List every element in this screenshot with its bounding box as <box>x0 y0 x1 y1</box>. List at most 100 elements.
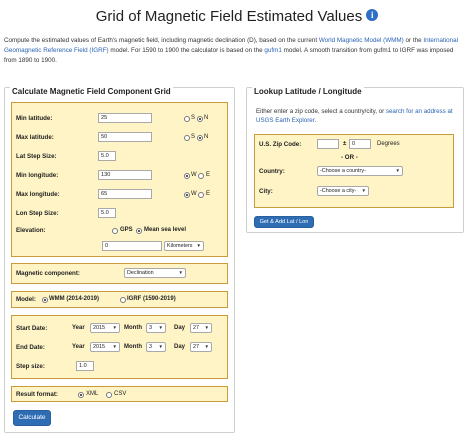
zip-input[interactable] <box>317 139 339 149</box>
max-latitude-label: Max latitude: <box>16 134 54 141</box>
min-longitude-e-label: E <box>206 172 211 178</box>
zip-row: U.S. Zip Code: ± 0 Degrees <box>255 139 453 150</box>
max-latitude-row: Max latitude: 50 S N <box>12 132 227 143</box>
city-row: City: -Choose a city- ▼ <box>255 186 453 197</box>
zip-plus-minus: ± <box>343 141 347 147</box>
min-longitude-label: Min longitude: <box>16 172 59 179</box>
format-csv-radio[interactable] <box>106 391 112 398</box>
zip-label: U.S. Zip Code: <box>259 141 302 148</box>
calculate-button[interactable]: Calculate <box>13 410 51 426</box>
max-longitude-e-radio[interactable] <box>198 191 204 198</box>
min-latitude-s-radio[interactable] <box>184 115 190 122</box>
max-longitude-e-label: E <box>206 191 211 197</box>
max-latitude-n-label: N <box>204 134 209 140</box>
end-date-row: End Date: Year 2015 ▼ Month 3 ▼ Day 27 ▼ <box>12 342 227 353</box>
max-longitude-row: Max longitude: 65 W E <box>12 189 227 200</box>
or-separator: - OR - <box>341 154 358 161</box>
lat-step-label: Lat Step Size: <box>16 153 57 160</box>
min-longitude-w-label: W <box>191 172 197 178</box>
min-longitude-e-radio[interactable] <box>198 172 204 179</box>
lon-step-label: Lon Step Size: <box>16 210 59 217</box>
lookup-panel: Lookup Latitude / Longitude Either enter… <box>246 87 464 233</box>
model-igrf-label: IGRF (1590-2019) <box>127 296 176 302</box>
coordinates-box: Min latitude: 25 S N Max latitude: 50 S … <box>11 102 228 257</box>
end-year-select[interactable]: 2015 ▼ <box>90 342 120 352</box>
end-month-select[interactable]: 3 ▼ <box>146 342 166 352</box>
model-row: Model: WMM (2014-2019) IGRF (1590-2019) <box>12 294 227 305</box>
zip-unit-label: Degrees <box>377 141 400 147</box>
format-box: Result format: XML CSV <box>11 386 228 402</box>
max-longitude-label: Max longitude: <box>16 191 60 198</box>
model-box: Model: WMM (2014-2019) IGRF (1590-2019) <box>11 291 228 308</box>
country-select[interactable]: -Choose a country- ▼ <box>317 166 403 176</box>
end-date-label: End Date: <box>16 344 45 351</box>
lon-step-input[interactable]: 5.0 <box>98 208 116 218</box>
get-add-lat-lon-button[interactable]: Get & Add Lat / Lon <box>254 216 314 228</box>
model-igrf-radio[interactable] <box>120 296 126 303</box>
elevation-gps-radio[interactable] <box>112 227 118 234</box>
page-title: Grid of Magnetic Field Estimated Values i <box>0 8 474 25</box>
format-xml-radio[interactable] <box>78 391 84 398</box>
chevron-down-icon: ▼ <box>204 344 209 349</box>
chevron-down-icon: ▼ <box>196 243 201 248</box>
model-label: Model: <box>16 296 36 303</box>
chevron-down-icon: ▼ <box>361 188 366 193</box>
component-select[interactable]: Declination ▼ <box>124 268 186 278</box>
end-year-label: Year <box>72 344 85 350</box>
start-day-label: Day <box>174 325 186 331</box>
elevation-unit-select[interactable]: Kilometers ▼ <box>164 241 204 251</box>
min-latitude-input[interactable]: 25 <box>98 113 152 123</box>
country-row: Country: -Choose a country- ▼ <box>255 166 453 177</box>
min-latitude-n-radio[interactable] <box>197 115 203 122</box>
elevation-value-row: 0 Kilometers ▼ <box>12 241 227 252</box>
grid-calculator-panel: Calculate Magnetic Field Component Grid … <box>4 87 235 433</box>
start-day-select[interactable]: 27 ▼ <box>190 323 212 333</box>
max-latitude-s-radio[interactable] <box>184 134 190 141</box>
dates-box: Start Date: Year 2015 ▼ Month 3 ▼ Day 27 ▼ … <box>11 315 228 379</box>
wmm-link[interactable]: World Magnetic Model (WMM) <box>319 37 404 44</box>
elevation-msl-radio[interactable] <box>136 227 142 234</box>
start-year-select[interactable]: 2015 ▼ <box>90 323 120 333</box>
elevation-label: Elevation: <box>16 227 46 234</box>
zip-radius-input[interactable]: 0 <box>349 139 371 149</box>
lon-step-row: Lon Step Size: 5.0 <box>12 208 227 219</box>
min-latitude-s-label: S <box>191 115 196 121</box>
start-year-label: Year <box>72 325 85 331</box>
gufm1-link[interactable]: gufm1 <box>264 47 282 54</box>
component-row: Magnetic component: Declination ▼ <box>12 268 227 279</box>
max-latitude-n-radio[interactable] <box>197 134 203 141</box>
elevation-input[interactable]: 0 <box>102 241 162 251</box>
chevron-down-icon: ▼ <box>112 325 117 330</box>
model-wmm-label: WMM (2014-2019) <box>49 296 100 302</box>
max-longitude-input[interactable]: 65 <box>98 189 152 199</box>
chevron-down-icon: ▼ <box>158 325 163 330</box>
component-label: Magnetic component: <box>16 270 80 277</box>
end-day-select[interactable]: 27 ▼ <box>190 342 212 352</box>
chevron-down-icon: ▼ <box>112 344 117 349</box>
end-day-label: Day <box>174 344 186 350</box>
format-label: Result format: <box>16 391 58 398</box>
step-size-input[interactable]: 1.0 <box>76 361 94 371</box>
max-longitude-w-label: W <box>191 191 197 197</box>
min-longitude-row: Min longitude: 130 W E <box>12 170 227 181</box>
max-longitude-w-radio[interactable] <box>184 191 190 198</box>
intro-text: Compute the estimated values of Earth's … <box>4 37 459 64</box>
step-size-row: Step size: 1.0 <box>12 361 227 372</box>
min-latitude-label: Min latitude: <box>16 115 53 122</box>
model-wmm-radio[interactable] <box>42 296 48 303</box>
min-longitude-input[interactable]: 130 <box>98 170 152 180</box>
start-date-row: Start Date: Year 2015 ▼ Month 3 ▼ Day 27 ▼ <box>12 323 227 334</box>
start-date-label: Start Date: <box>16 325 48 332</box>
lat-step-input[interactable]: 5.0 <box>98 151 116 161</box>
max-latitude-s-label: S <box>191 134 196 140</box>
grid-calculator-legend: Calculate Magnetic Field Component Grid <box>10 87 173 96</box>
min-longitude-w-radio[interactable] <box>184 172 190 179</box>
start-month-select[interactable]: 3 ▼ <box>146 323 166 333</box>
lookup-box: U.S. Zip Code: ± 0 Degrees - OR - Countr… <box>254 134 454 208</box>
city-select[interactable]: -Choose a city- ▼ <box>317 186 369 196</box>
max-latitude-input[interactable]: 50 <box>98 132 152 142</box>
chevron-down-icon: ▼ <box>395 168 400 173</box>
format-xml-label: XML <box>86 391 99 397</box>
lookup-description: Either enter a zip code, select a countr… <box>256 108 453 124</box>
info-icon[interactable]: i <box>366 9 379 21</box>
